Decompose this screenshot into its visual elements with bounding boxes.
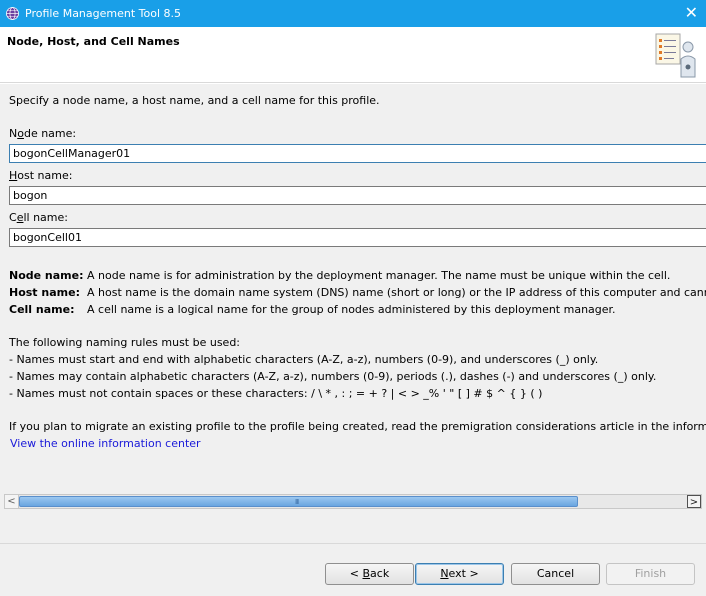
definition-term: Node name:: [9, 269, 84, 282]
scroll-left-arrow[interactable]: <: [5, 495, 19, 508]
page-title: Node, Host, and Cell Names: [7, 35, 180, 48]
scroll-right-arrow[interactable]: >: [687, 495, 701, 508]
horizontal-scrollbar[interactable]: < III >: [4, 494, 702, 509]
scroll-thumb[interactable]: III: [19, 496, 578, 507]
host-name-label: Host name:: [9, 169, 73, 182]
definition-term: Host name:: [9, 286, 80, 299]
title-bar: Profile Management Tool 8.5 ✕: [0, 0, 706, 27]
next-button[interactable]: Next >: [415, 563, 504, 585]
definition-text: A host name is the domain name system (D…: [87, 286, 706, 299]
finish-button[interactable]: Finish: [606, 563, 695, 585]
back-button[interactable]: < Back: [325, 563, 414, 585]
node-name-field-box: [9, 144, 706, 163]
wizard-banner: Node, Host, and Cell Names: [0, 27, 706, 83]
rules-intro: The following naming rules must be used:: [9, 336, 241, 349]
rule-item: - Names must not contain spaces or these…: [9, 387, 543, 400]
cancel-button[interactable]: Cancel: [511, 563, 600, 585]
cell-name-field-box: [9, 228, 706, 247]
definition-text: A cell name is a logical name for the gr…: [87, 303, 616, 316]
cell-name-label: Cell name:: [9, 211, 68, 224]
host-name-input[interactable]: [10, 187, 706, 204]
migrate-text: If you plan to migrate an existing profi…: [9, 420, 706, 433]
info-center-link[interactable]: View the online information center: [10, 437, 201, 450]
content-panel: Specify a node name, a host name, and a …: [0, 84, 706, 543]
window-title: Profile Management Tool 8.5: [25, 7, 182, 20]
checklist-person-icon: [655, 33, 696, 78]
node-name-input[interactable]: [10, 145, 706, 162]
definition-text: A node name is for administration by the…: [87, 269, 671, 282]
cell-name-input[interactable]: [10, 229, 706, 246]
button-bar: < Back Next > Cancel Finish: [0, 543, 706, 596]
scroll-grip: III: [295, 498, 299, 506]
host-name-field-box: [9, 186, 706, 205]
rule-item: - Names must start and end with alphabet…: [9, 353, 599, 366]
definition-term: Cell name:: [9, 303, 75, 316]
close-icon[interactable]: ✕: [685, 5, 698, 21]
globe-icon: [6, 7, 19, 20]
rule-item: - Names may contain alphabetic character…: [9, 370, 657, 383]
node-name-label: Node name:: [9, 127, 77, 140]
intro-text: Specify a node name, a host name, and a …: [9, 94, 380, 107]
